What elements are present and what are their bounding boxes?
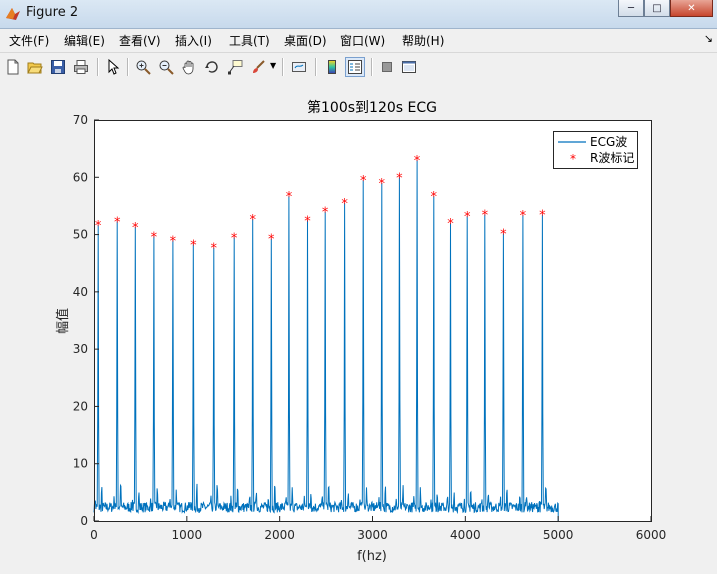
legend[interactable]: ECG波 * R波标记 <box>553 131 638 169</box>
window-titlebar: Figure 2 ─ □ ✕ <box>0 0 717 29</box>
menu-insert[interactable]: 插入(I) <box>175 32 212 49</box>
x-tick-label: 3000 <box>357 528 388 542</box>
y-axis-label: 幅值 <box>55 308 71 334</box>
legend-entry-r: R波标记 <box>590 151 634 165</box>
toolbar-separator <box>371 58 373 76</box>
zoom-in-icon[interactable] <box>133 57 153 77</box>
print-icon[interactable] <box>71 57 91 77</box>
hide-plot-tools-icon[interactable] <box>377 57 397 77</box>
new-figure-icon[interactable] <box>3 57 23 77</box>
toolbar-separator <box>282 58 284 76</box>
dock-arrow-icon[interactable]: ↘ <box>704 32 713 45</box>
colorbar-icon[interactable] <box>322 57 342 77</box>
open-icon[interactable] <box>25 57 45 77</box>
r-wave-marker: * <box>211 242 218 257</box>
r-wave-marker: * <box>190 238 197 253</box>
r-wave-marker: * <box>249 213 256 228</box>
maximize-icon[interactable]: □ <box>644 0 670 17</box>
figure-toolbar: ▼ <box>0 52 717 82</box>
window-title: Figure 2 <box>26 5 79 20</box>
r-wave-marker: * <box>322 206 329 221</box>
x-tick-label: 1000 <box>172 528 203 542</box>
y-tick-label: 70 <box>73 113 88 127</box>
y-tick-label: 50 <box>73 228 88 242</box>
close-icon[interactable]: ✕ <box>670 0 713 17</box>
r-wave-marker: * <box>95 219 102 234</box>
toolbar-separator <box>315 58 317 76</box>
r-wave-marker: * <box>414 154 421 169</box>
x-tick-label: 4000 <box>450 528 481 542</box>
zoom-out-icon[interactable] <box>156 57 176 77</box>
r-wave-marker: * <box>268 233 275 248</box>
r-wave-marker: * <box>170 234 177 249</box>
r-wave-marker: * <box>286 190 293 205</box>
r-wave-marker: * <box>132 221 139 236</box>
minimize-icon[interactable]: ─ <box>618 0 644 17</box>
show-plot-tools-icon[interactable] <box>399 57 419 77</box>
brush-icon[interactable] <box>248 57 268 77</box>
menu-file[interactable]: 文件(F) <box>9 32 49 49</box>
y-tick-label: 20 <box>73 399 88 413</box>
window-controls: ─ □ ✕ <box>618 0 713 18</box>
y-tick-label: 0 <box>80 514 88 528</box>
data-cursor-icon[interactable] <box>225 57 245 77</box>
axes-background <box>94 120 651 521</box>
pointer-icon[interactable] <box>103 57 123 77</box>
menu-desktop[interactable]: 桌面(D) <box>284 32 327 49</box>
y-tick-label: 60 <box>73 170 88 184</box>
r-wave-marker: * <box>500 227 507 242</box>
menu-help[interactable]: 帮助(H) <box>402 32 444 49</box>
x-tick-label: 0 <box>90 528 98 542</box>
x-tick-label: 5000 <box>543 528 574 542</box>
menu-view[interactable]: 查看(V) <box>119 32 161 49</box>
legend-icon[interactable] <box>345 57 365 77</box>
rotate-icon[interactable] <box>202 57 222 77</box>
r-wave-marker: * <box>396 171 403 186</box>
r-wave-marker: * <box>520 209 527 224</box>
y-tick-label: 30 <box>73 342 88 356</box>
chart-title: 第100s到120s ECG <box>307 99 437 116</box>
save-icon[interactable] <box>48 57 68 77</box>
legend-marker-swatch: * <box>570 152 576 166</box>
r-wave-marker: * <box>304 214 311 229</box>
r-wave-marker: * <box>114 215 121 230</box>
r-wave-marker: * <box>231 231 238 246</box>
r-wave-marker: * <box>539 209 546 224</box>
toolbar-separator <box>127 58 129 76</box>
menu-tools[interactable]: 工具(T) <box>229 32 270 49</box>
r-wave-marker: * <box>341 197 348 212</box>
x-tick-label: 2000 <box>264 528 295 542</box>
x-tick-label: 6000 <box>636 528 667 542</box>
pan-icon[interactable] <box>179 57 199 77</box>
r-wave-marker: * <box>360 174 367 189</box>
r-wave-marker: * <box>464 210 471 225</box>
toolbar-separator <box>97 58 99 76</box>
menu-bar: 文件(F) 编辑(E) 查看(V) 插入(I) 工具(T) 桌面(D) 窗口(W… <box>0 29 717 50</box>
r-wave-marker: * <box>379 177 386 192</box>
r-wave-marker: * <box>482 209 489 224</box>
y-tick-label: 40 <box>73 285 88 299</box>
r-wave-marker: * <box>447 217 454 232</box>
link-icon[interactable] <box>289 57 309 77</box>
figure-canvas: * * * * * * * * * * * * * * * * * * * * * * * * * 0 1000 2000 3000 4… <box>0 81 717 574</box>
y-tick-label: 10 <box>73 457 88 471</box>
r-wave-marker: * <box>151 230 158 245</box>
matlab-icon <box>6 8 20 20</box>
menu-window[interactable]: 窗口(W) <box>340 32 385 49</box>
brush-dropdown-icon[interactable]: ▼ <box>270 61 276 70</box>
x-axis-label: f(hz) <box>357 549 387 564</box>
menu-edit[interactable]: 编辑(E) <box>64 32 105 49</box>
r-wave-marker: * <box>431 190 438 205</box>
legend-entry-ecg: ECG波 <box>590 135 627 149</box>
ecg-chart[interactable]: * * * * * * * * * * * * * * * * * * * * * * * * * 0 1000 2000 3000 4… <box>0 81 717 574</box>
